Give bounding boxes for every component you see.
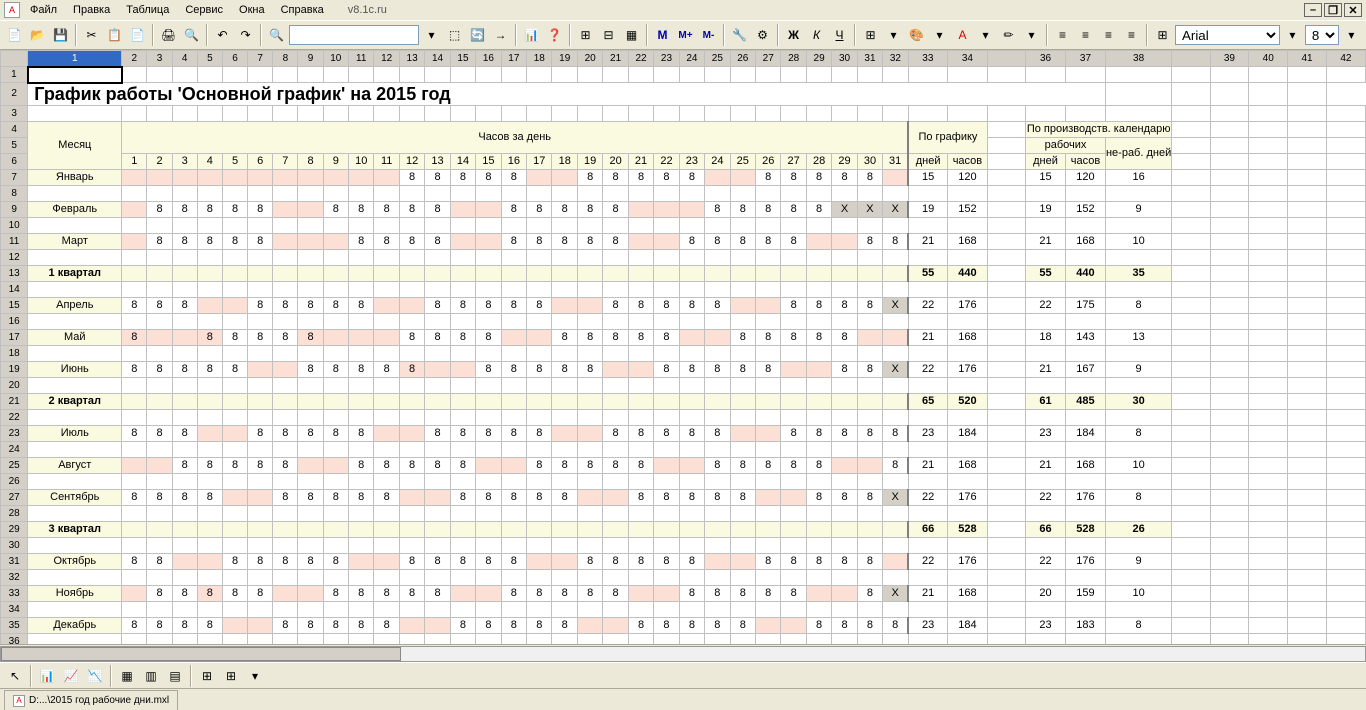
font-select[interactable]: Arial bbox=[1175, 25, 1280, 45]
minimize-button[interactable]: – bbox=[1304, 3, 1322, 17]
tool1-icon[interactable]: 🔧 bbox=[729, 24, 750, 46]
undo-icon[interactable]: ↶ bbox=[212, 24, 233, 46]
view1-icon[interactable]: 📊 bbox=[36, 665, 58, 687]
maximize-button[interactable]: ❐ bbox=[1324, 3, 1342, 17]
horizontal-scrollbar[interactable] bbox=[0, 644, 1366, 662]
menu-service[interactable]: Сервис bbox=[179, 2, 229, 18]
close-button[interactable]: ✕ bbox=[1344, 3, 1362, 17]
layout1-icon[interactable]: ▦ bbox=[116, 665, 138, 687]
menu-file[interactable]: Файл bbox=[24, 2, 63, 18]
fontsize-dd-icon[interactable]: ▾ bbox=[1341, 24, 1362, 46]
cells-icon[interactable]: ▦ bbox=[621, 24, 642, 46]
fill-dd-icon[interactable]: ▾ bbox=[929, 24, 950, 46]
cursor-icon[interactable]: ↖ bbox=[4, 665, 26, 687]
find-prev-icon[interactable]: ⬚ bbox=[444, 24, 465, 46]
font-dd-icon[interactable]: ▾ bbox=[1282, 24, 1303, 46]
special-icon[interactable]: ⊞ bbox=[196, 665, 218, 687]
menubar: А Файл Правка Таблица Сервис Окна Справк… bbox=[0, 0, 1366, 20]
underline-icon[interactable]: Ч bbox=[829, 24, 850, 46]
m-icon[interactable]: M bbox=[652, 24, 673, 46]
bold-icon[interactable]: Ж bbox=[783, 24, 804, 46]
grid2-icon[interactable]: ⊟ bbox=[598, 24, 619, 46]
replace-icon[interactable]: 🔄 bbox=[467, 24, 488, 46]
find-next-icon[interactable]: ▾ bbox=[421, 24, 442, 46]
document-tab[interactable]: А D:...\2015 год рабочие дни.mxl bbox=[4, 690, 178, 710]
tab-label: D:...\2015 год рабочие дни.mxl bbox=[29, 695, 169, 706]
cut-icon[interactable]: ✂ bbox=[81, 24, 102, 46]
fontsize-select[interactable]: 8 bbox=[1305, 25, 1339, 45]
mminus-icon[interactable]: M- bbox=[698, 24, 719, 46]
redo-icon[interactable]: ↷ bbox=[235, 24, 256, 46]
fontcolor-icon[interactable]: А bbox=[952, 24, 973, 46]
layout3-icon[interactable]: ▤ bbox=[164, 665, 186, 687]
copy-icon[interactable]: 📋 bbox=[104, 24, 125, 46]
new-icon[interactable]: 📄 bbox=[4, 24, 25, 46]
calc-icon[interactable]: 📊 bbox=[521, 24, 542, 46]
document-tabs: А D:...\2015 год рабочие дни.mxl bbox=[0, 688, 1366, 710]
italic-icon[interactable]: К bbox=[806, 24, 827, 46]
table-icon[interactable]: ⊞ bbox=[220, 665, 242, 687]
goto-icon[interactable]: → bbox=[490, 24, 511, 46]
toolbar: 📄 📂 💾 ✂ 📋 📄 🖨 🔍 ↶ ↷ 🔍 ▾ ⬚ 🔄 → 📊 ❓ ⊞ ⊟ ▦ … bbox=[0, 20, 1366, 50]
spreadsheet-workspace[interactable]: 1234567891011121314151617181920212223242… bbox=[0, 50, 1366, 644]
find-icon[interactable]: 🔍 bbox=[266, 24, 287, 46]
spreadsheet-grid[interactable]: 1234567891011121314151617181920212223242… bbox=[0, 50, 1366, 644]
app-logo-icon: А bbox=[4, 2, 20, 18]
highlight-icon[interactable]: ✏ bbox=[998, 24, 1019, 46]
align-center-icon[interactable]: ≡ bbox=[1075, 24, 1096, 46]
search-input[interactable] bbox=[289, 25, 419, 45]
menu-table[interactable]: Таблица bbox=[120, 2, 175, 18]
bottom-toolbar: ↖ 📊 📈 📉 ▦ ▥ ▤ ⊞ ⊞ ▾ bbox=[0, 662, 1366, 688]
open-icon[interactable]: 📂 bbox=[27, 24, 48, 46]
border-icon[interactable]: ⊞ bbox=[860, 24, 881, 46]
border-dd-icon[interactable]: ▾ bbox=[883, 24, 904, 46]
fontcolor-dd-icon[interactable]: ▾ bbox=[975, 24, 996, 46]
preview-icon[interactable]: 🔍 bbox=[181, 24, 202, 46]
tool2-icon[interactable]: ⚙ bbox=[752, 24, 773, 46]
save-icon[interactable]: 💾 bbox=[50, 24, 71, 46]
align-justify-icon[interactable]: ≡ bbox=[1121, 24, 1142, 46]
menu-edit[interactable]: Правка bbox=[67, 2, 116, 18]
view2-icon[interactable]: 📈 bbox=[60, 665, 82, 687]
fill-icon[interactable]: 🎨 bbox=[906, 24, 927, 46]
align-left-icon[interactable]: ≡ bbox=[1052, 24, 1073, 46]
view3-icon[interactable]: 📉 bbox=[84, 665, 106, 687]
layout2-icon[interactable]: ▥ bbox=[140, 665, 162, 687]
align-right-icon[interactable]: ≡ bbox=[1098, 24, 1119, 46]
paste-icon[interactable]: 📄 bbox=[127, 24, 148, 46]
highlight-dd-icon[interactable]: ▾ bbox=[1021, 24, 1042, 46]
print-icon[interactable]: 🖨 bbox=[158, 24, 179, 46]
menu-windows[interactable]: Окна bbox=[233, 2, 271, 18]
menu-url[interactable]: v8.1c.ru bbox=[342, 2, 393, 18]
mplus-icon[interactable]: M+ bbox=[675, 24, 696, 46]
doc-icon: А bbox=[13, 695, 25, 707]
help-icon[interactable]: ❓ bbox=[544, 24, 565, 46]
grid-icon[interactable]: ⊞ bbox=[575, 24, 596, 46]
merge-icon[interactable]: ⊞ bbox=[1152, 24, 1173, 46]
expand-icon[interactable]: ▾ bbox=[244, 665, 266, 687]
menu-help[interactable]: Справка bbox=[275, 2, 330, 18]
